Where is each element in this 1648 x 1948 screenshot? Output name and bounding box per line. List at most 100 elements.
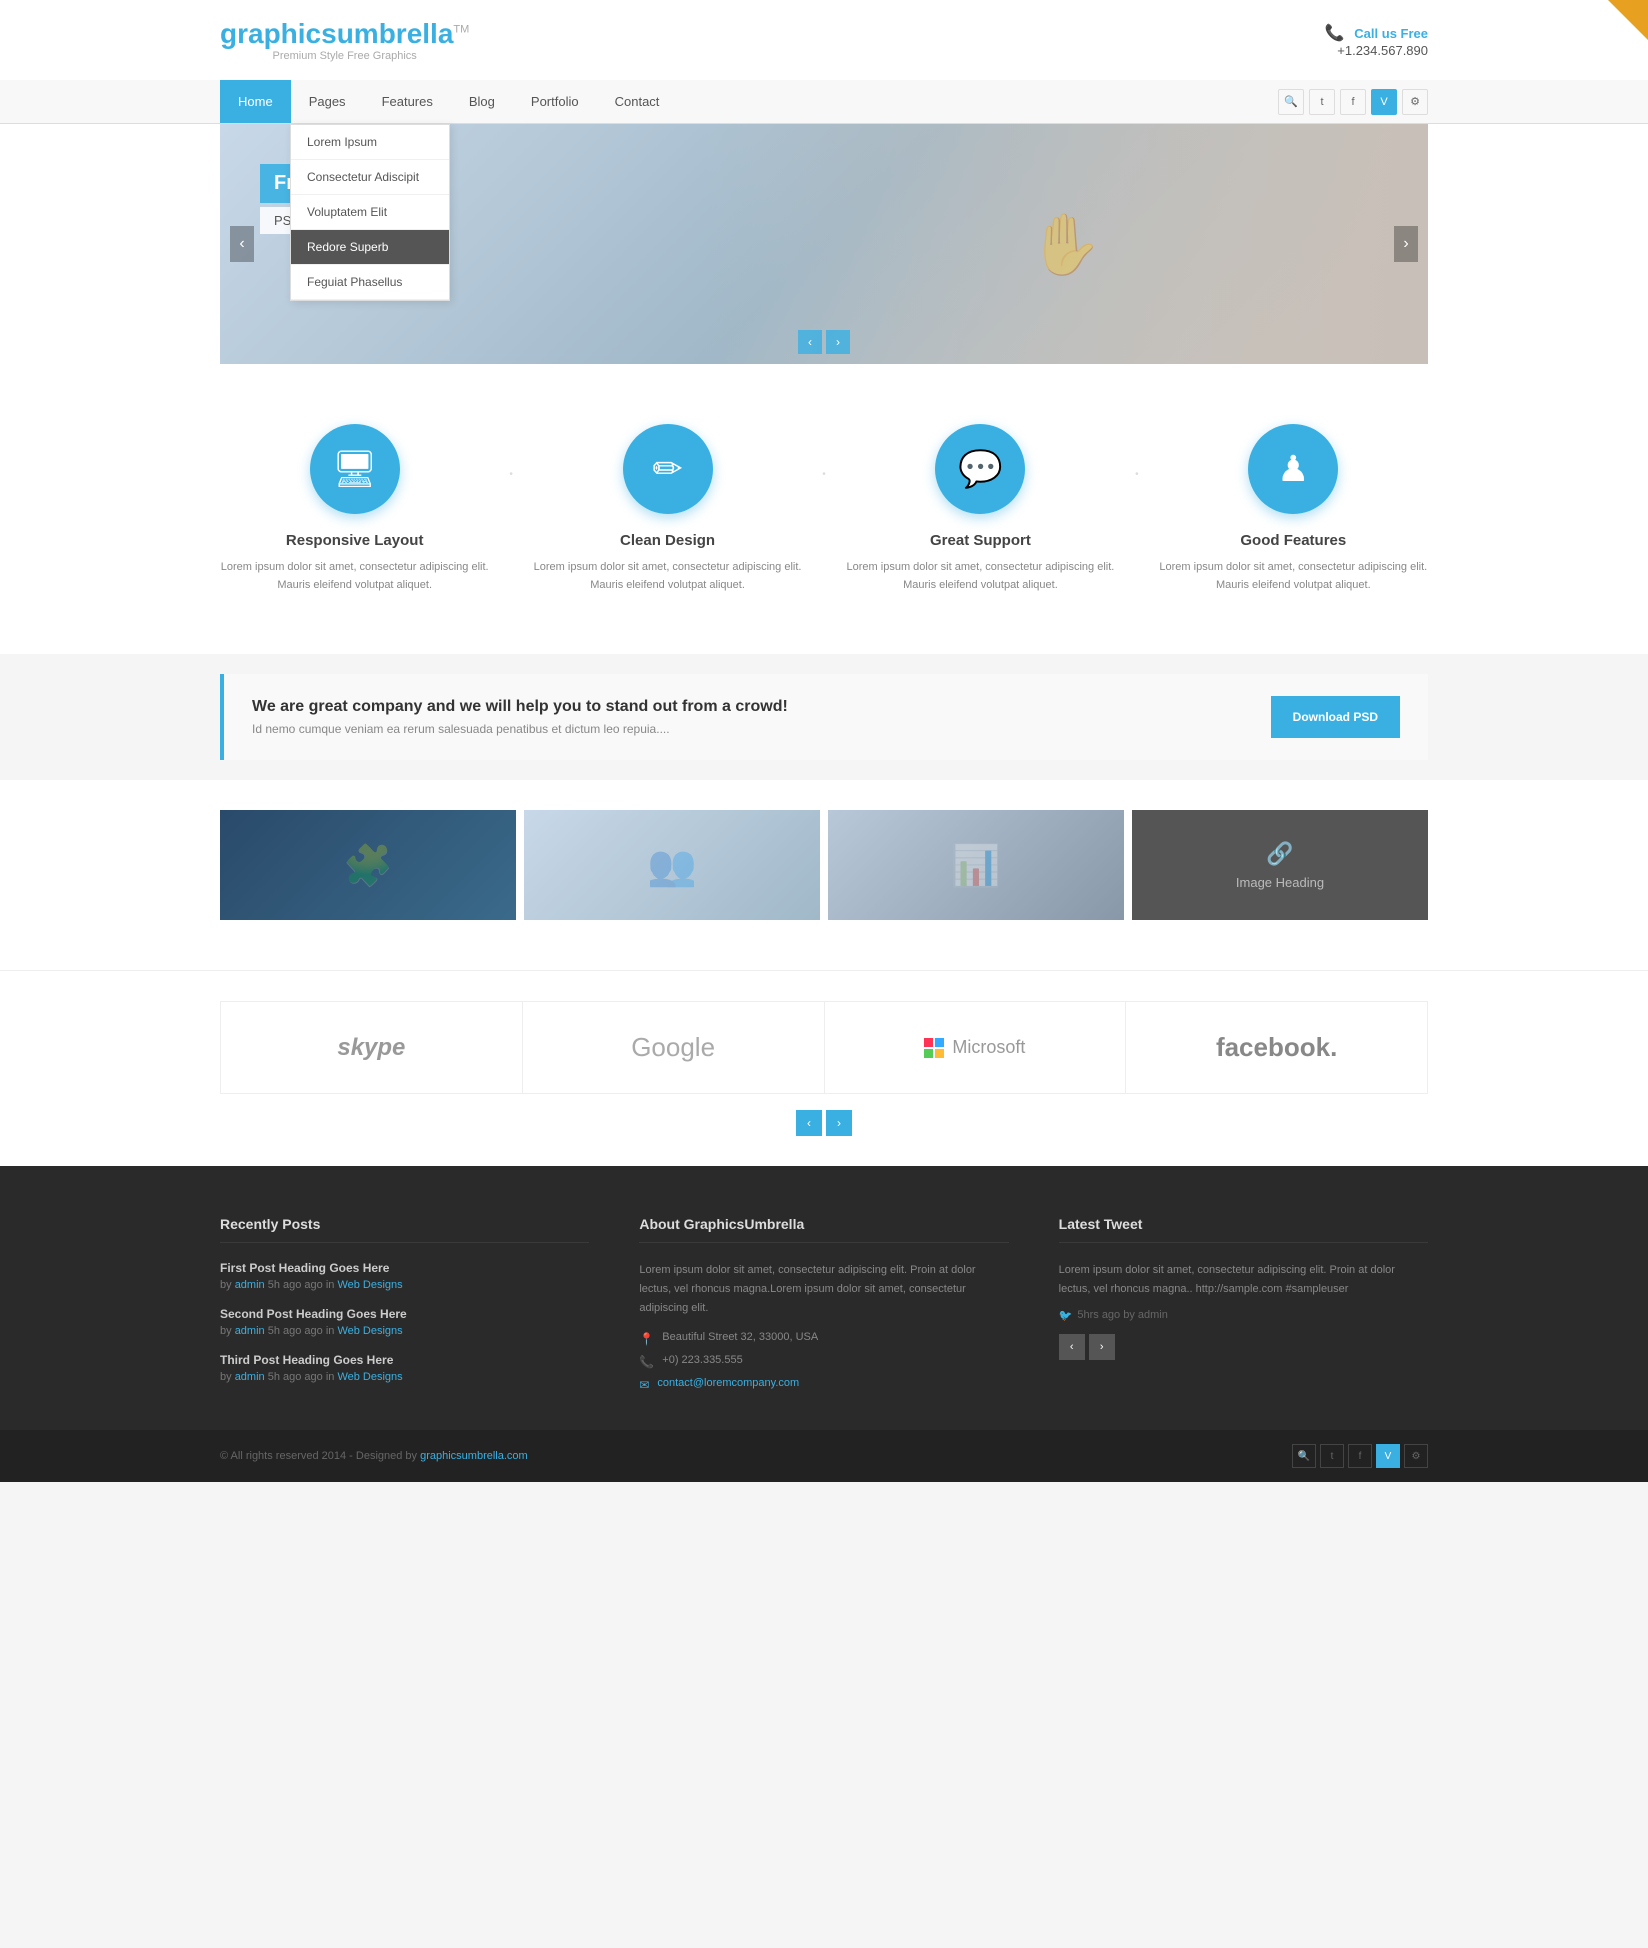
feature-item-features: ♟ Good Features Lorem ipsum dolor sit am… <box>1159 424 1428 594</box>
tweet-navigation: ‹ › <box>1059 1334 1428 1360</box>
slider-dot-prev[interactable]: ‹ <box>798 330 822 354</box>
features-grid: 🖥 Responsive Layout Lorem ipsum dolor si… <box>220 424 1428 594</box>
footer-social-vimeo[interactable]: V <box>1376 1444 1400 1468</box>
feature-item-responsive: 🖥 Responsive Layout Lorem ipsum dolor si… <box>220 424 489 594</box>
footer-tweet-title: Latest Tweet <box>1059 1216 1428 1243</box>
phone-number: +1.234.567.890 <box>1325 43 1428 58</box>
nav-item-home[interactable]: Home <box>220 80 291 123</box>
social-icon-vimeo[interactable]: V <box>1371 89 1397 115</box>
feature-desc-1: Lorem ipsum dolor sit amet, consectetur … <box>533 559 802 594</box>
partners-section: skype Google Microsoft facebook. <box>0 970 1648 1166</box>
nav-item-blog[interactable]: Blog <box>451 80 513 123</box>
portfolio-item-2[interactable]: 📊 <box>828 810 1124 920</box>
google-logo: Google <box>631 1032 715 1063</box>
social-icon-settings[interactable]: ⚙ <box>1402 89 1428 115</box>
footer-social-settings[interactable]: ⚙ <box>1404 1444 1428 1468</box>
features-dropdown: Lorem Ipsum Consectetur Adiscipit Volupt… <box>290 124 450 301</box>
phone-icon-footer: 📞 <box>639 1355 654 1369</box>
brand-link[interactable]: graphicsumbrella.com <box>420 1450 528 1462</box>
slider-next-button[interactable]: › <box>1394 226 1418 262</box>
social-icon-facebook[interactable]: f <box>1340 89 1366 115</box>
ms-cell-3 <box>924 1049 933 1058</box>
social-icon-search[interactable]: 🔍 <box>1278 89 1304 115</box>
tweet-next-button[interactable]: › <box>1089 1334 1115 1360</box>
footer-social-icons: 🔍 t f V ⚙ <box>1292 1444 1428 1468</box>
partners-grid: skype Google Microsoft facebook. <box>220 1001 1428 1094</box>
footer-social-facebook[interactable]: f <box>1348 1444 1372 1468</box>
feature-icon-chat: 💬 <box>935 424 1025 514</box>
copyright-text: © All rights reserved 2014 - Designed by… <box>220 1450 528 1462</box>
partners-navigation: ‹ › <box>220 1110 1428 1136</box>
post-1-author-link[interactable]: admin <box>235 1325 265 1337</box>
portfolio-item-1[interactable]: 👥 <box>524 810 820 920</box>
cta-heading: We are great company and we will help yo… <box>252 698 788 716</box>
footer-post-2-heading: Third Post Heading Goes Here <box>220 1353 589 1367</box>
feature-title-2: Great Support <box>846 532 1115 549</box>
nav-item-features[interactable]: Features <box>364 80 451 123</box>
microsoft-grid-icon <box>924 1038 944 1058</box>
facebook-logo: facebook. <box>1216 1032 1337 1063</box>
partners-next-button[interactable]: › <box>826 1110 852 1136</box>
footer-post-1-meta: by admin 5h ago ago in Web Designs <box>220 1325 589 1337</box>
microsoft-name: Microsoft <box>952 1037 1025 1058</box>
dropdown-item-1[interactable]: Consectetur Adiscipit <box>291 160 449 195</box>
dropdown-item-3-selected[interactable]: Redore Superb <box>291 230 449 265</box>
ms-cell-2 <box>935 1038 944 1047</box>
hero-section: ✋ Fres & Flat Style PSD W late..... ‹ › … <box>0 124 1648 364</box>
dropdown-item-4[interactable]: Feguiat Phasellus <box>291 265 449 300</box>
ms-cell-1 <box>924 1038 933 1047</box>
post-2-category-link[interactable]: Web Designs <box>337 1371 402 1383</box>
footer-social-search[interactable]: 🔍 <box>1292 1444 1316 1468</box>
nav-item-portfolio[interactable]: Portfolio <box>513 80 597 123</box>
portfolio-item-3[interactable]: 🔗 Image Heading <box>1132 810 1428 920</box>
footer: Recently Posts First Post Heading Goes H… <box>0 1166 1648 1430</box>
logo-part1: graphics <box>220 18 337 49</box>
cta-banner: We are great company and we will help yo… <box>220 674 1428 760</box>
logo: graphicsumbrellaTM Premium Style Free Gr… <box>220 18 469 62</box>
partner-microsoft: Microsoft <box>825 1002 1127 1093</box>
social-icon-twitter[interactable]: t <box>1309 89 1335 115</box>
partners-prev-button[interactable]: ‹ <box>796 1110 822 1136</box>
dropdown-item-2[interactable]: Voluptatem Elit <box>291 195 449 230</box>
tweet-prev-button[interactable]: ‹ <box>1059 1334 1085 1360</box>
nav-item-pages[interactable]: Pages <box>291 80 364 123</box>
post-0-category-link[interactable]: Web Designs <box>337 1279 402 1291</box>
facebook-text: facebook. <box>1216 1032 1337 1062</box>
feature-icon-monitor: 🖥 <box>310 424 400 514</box>
call-label: 📞 Call us Free <box>1325 23 1428 43</box>
footer-post-0-heading: First Post Heading Goes Here <box>220 1261 589 1275</box>
post-0-author-link[interactable]: admin <box>235 1279 265 1291</box>
partner-skype: skype <box>221 1002 523 1093</box>
footer-post-0-meta: by admin 5h ago ago in Web Designs <box>220 1279 589 1291</box>
footer-email-link[interactable]: contact@loremcompany.com <box>657 1377 799 1389</box>
phone-icon: 📞 <box>1325 25 1345 42</box>
footer-phone: 📞 +0) 223.335.555 <box>639 1354 1008 1369</box>
portfolio-item-0[interactable]: 🧩 <box>220 810 516 920</box>
slider-prev-button[interactable]: ‹ <box>230 226 254 262</box>
footer-col-about: About GraphicsUmbrella Lorem ipsum dolor… <box>639 1216 1008 1400</box>
footer-about-text: Lorem ipsum dolor sit amet, consectetur … <box>639 1261 1008 1317</box>
microsoft-logo: Microsoft <box>924 1037 1025 1058</box>
logo-text: graphicsumbrellaTM <box>220 18 469 50</box>
footer-post-1: Second Post Heading Goes Here by admin 5… <box>220 1307 589 1337</box>
feature-icon-pen: ✏ <box>623 424 713 514</box>
contact-info: 📞 Call us Free +1.234.567.890 <box>1325 23 1428 58</box>
feature-title-3: Good Features <box>1159 532 1428 549</box>
cta-text: We are great company and we will help yo… <box>252 698 788 736</box>
post-2-author-link[interactable]: admin <box>235 1371 265 1383</box>
portfolio-puzzle-image: 🧩 <box>220 810 516 920</box>
skype-logo: skype <box>337 1034 405 1062</box>
dropdown-item-0[interactable]: Lorem Ipsum <box>291 125 449 160</box>
footer-post-2-meta: by admin 5h ago ago in Web Designs <box>220 1371 589 1383</box>
post-1-category-link[interactable]: Web Designs <box>337 1325 402 1337</box>
portfolio-link-icon: 🔗 <box>1266 841 1293 867</box>
footer-tweet-meta: 🐦 5hrs ago by admin <box>1059 1309 1428 1322</box>
partner-facebook: facebook. <box>1126 1002 1427 1093</box>
footer-col-tweet: Latest Tweet Lorem ipsum dolor sit amet,… <box>1059 1216 1428 1400</box>
nav-item-contact[interactable]: Contact <box>597 80 678 123</box>
cta-download-button[interactable]: Download PSD <box>1271 696 1400 738</box>
slider-dot-next[interactable]: › <box>826 330 850 354</box>
corner-decoration <box>1608 0 1648 40</box>
footer-social-twitter[interactable]: t <box>1320 1444 1344 1468</box>
twitter-icon: 🐦 <box>1059 1309 1073 1322</box>
